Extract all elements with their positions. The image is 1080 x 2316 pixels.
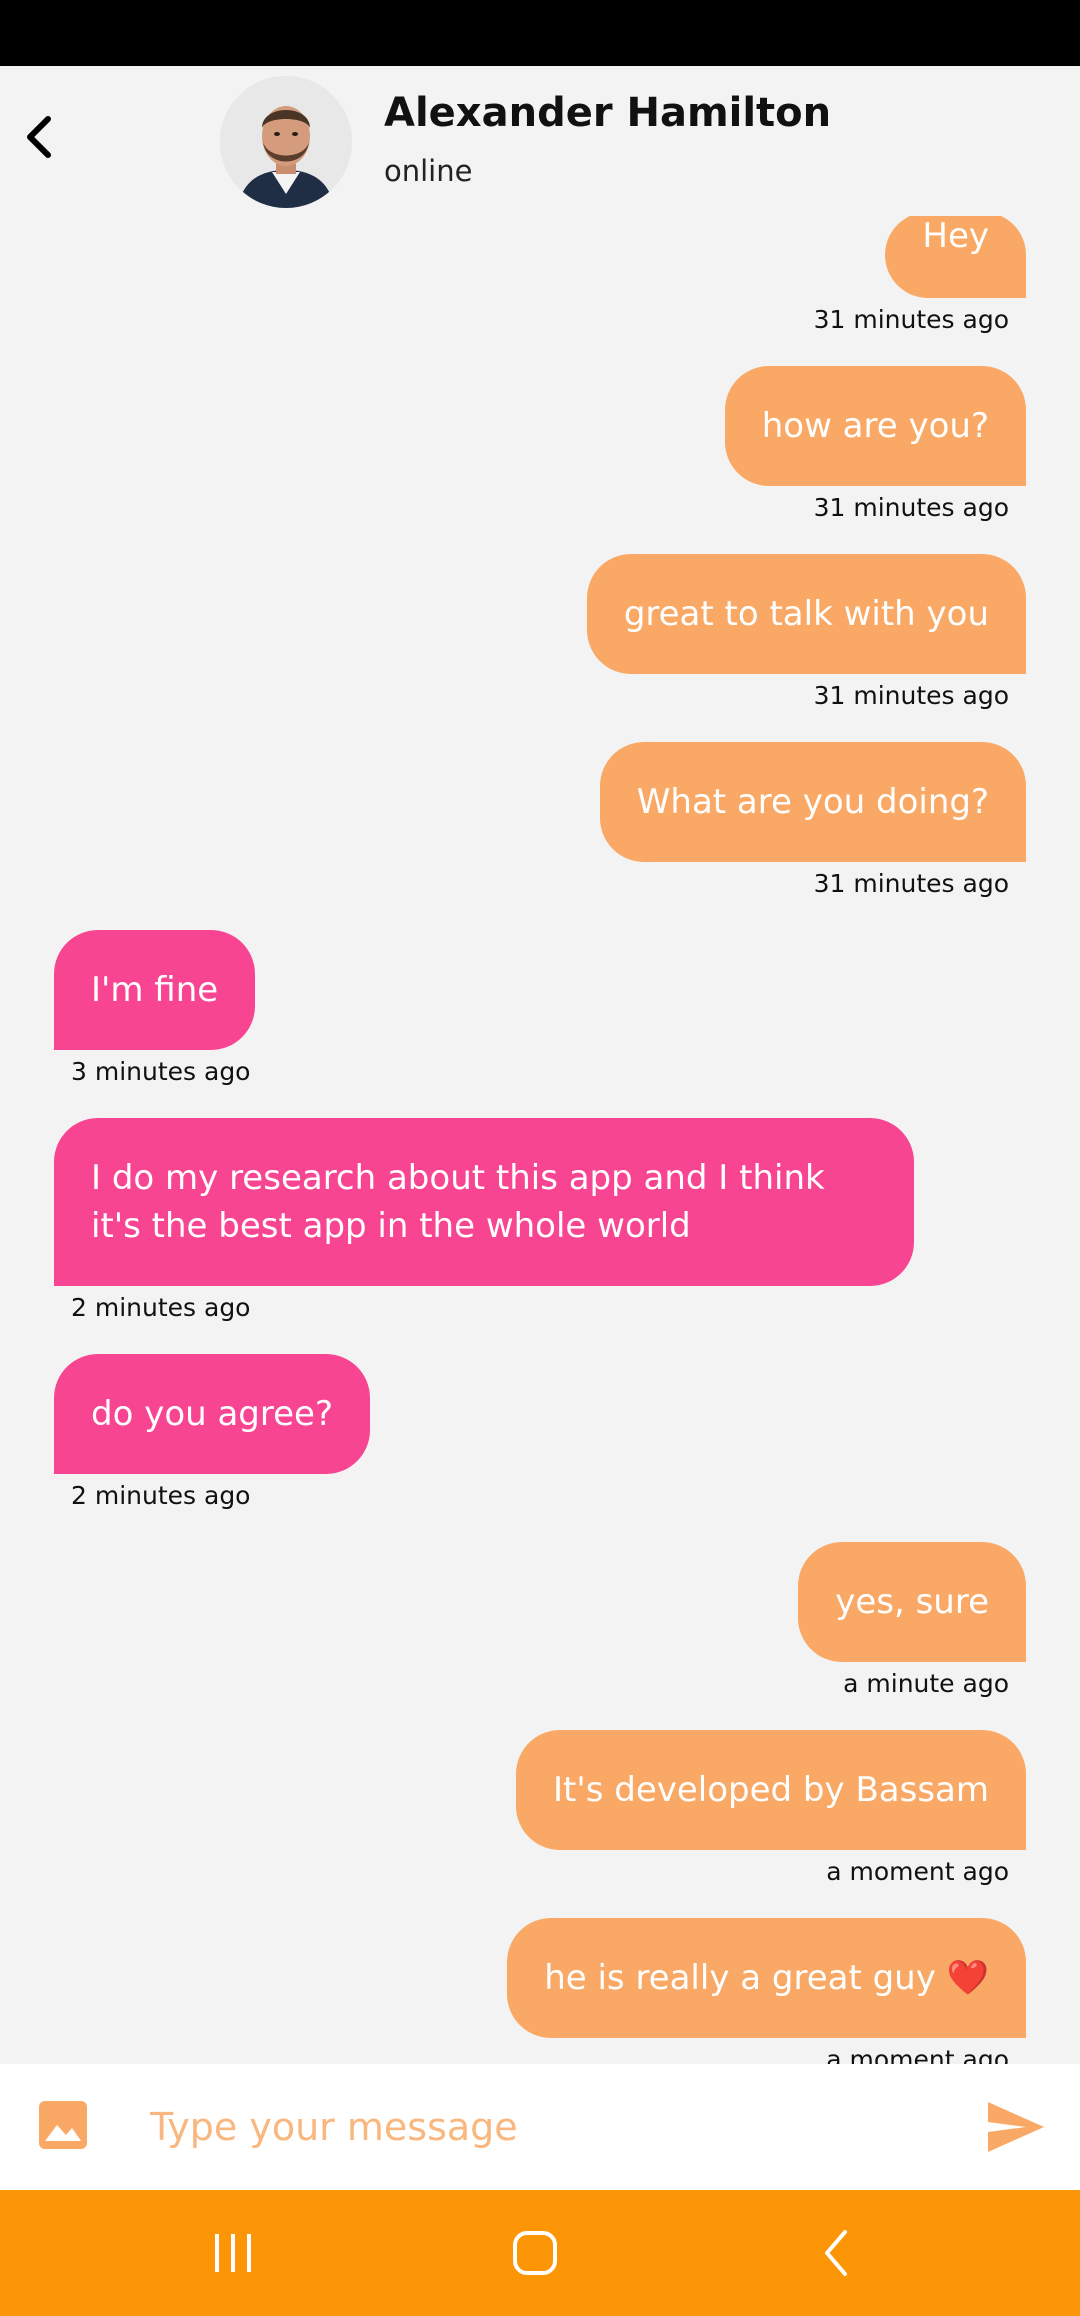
message-row: Hey 31 minutes ago — [0, 216, 1080, 336]
message-row: I'm fine 3 minutes ago — [0, 930, 1080, 1088]
status-bar — [0, 0, 1080, 66]
chat-header: Alexander Hamilton online — [0, 66, 1080, 216]
message-row: how are you? 31 minutes ago — [0, 366, 1080, 524]
avatar[interactable] — [220, 76, 352, 208]
sent-message-bubble[interactable]: yes, sure — [798, 1542, 1026, 1662]
received-message-bubble[interactable]: I'm fine — [54, 930, 256, 1050]
contact-status: online — [384, 154, 473, 188]
image-icon — [39, 2101, 87, 2149]
message-timestamp: a moment ago — [826, 1857, 1009, 1886]
message-timestamp: a minute ago — [843, 1669, 1009, 1698]
message-timestamp: 31 minutes ago — [813, 869, 1009, 898]
message-list[interactable]: Hey 31 minutes ago how are you? 31 minut… — [0, 216, 1080, 2064]
contact-name: Alexander Hamilton — [384, 90, 832, 136]
message-row: do you agree? 2 minutes ago — [0, 1354, 1080, 1512]
sent-message-bubble[interactable]: he is really a great guy ❤️ — [507, 1918, 1026, 2038]
message-row: yes, sure a minute ago — [0, 1542, 1080, 1700]
message-row: great to talk with you 31 minutes ago — [0, 554, 1080, 712]
received-message-bubble[interactable]: I do my research about this app and I th… — [54, 1118, 914, 1286]
message-timestamp: 2 minutes ago — [71, 1293, 251, 1322]
message-timestamp: 31 minutes ago — [813, 305, 1009, 334]
received-message-bubble[interactable]: do you agree? — [54, 1354, 371, 1474]
home-icon — [513, 2231, 557, 2275]
sent-message-bubble[interactable]: great to talk with you — [586, 554, 1026, 674]
message-composer — [0, 2064, 1080, 2190]
recent-apps-button[interactable] — [203, 2228, 263, 2278]
send-button[interactable] — [986, 2100, 1046, 2154]
back-button[interactable] — [14, 112, 64, 162]
system-back-button[interactable] — [807, 2228, 867, 2278]
message-row: I do my research about this app and I th… — [0, 1118, 1080, 1324]
message-timestamp: 31 minutes ago — [813, 493, 1009, 522]
message-timestamp: a moment ago — [826, 2045, 1009, 2064]
message-row: It's developed by Bassam a moment ago — [0, 1730, 1080, 1888]
message-row: What are you doing? 31 minutes ago — [0, 742, 1080, 900]
recent-apps-icon — [215, 2234, 251, 2272]
sent-message-bubble[interactable]: It's developed by Bassam — [516, 1730, 1026, 1850]
message-timestamp: 31 minutes ago — [813, 681, 1009, 710]
message-timestamp: 3 minutes ago — [71, 1057, 251, 1086]
home-button[interactable] — [505, 2228, 565, 2278]
attach-image-button[interactable] — [38, 2100, 88, 2150]
chevron-left-icon — [27, 116, 51, 158]
sent-message-bubble[interactable]: how are you? — [724, 366, 1026, 486]
message-row: he is really a great guy ❤️ a moment ago — [0, 1918, 1080, 2064]
sent-message-bubble[interactable]: Hey — [885, 216, 1026, 298]
back-icon — [825, 2230, 847, 2276]
message-input[interactable] — [150, 2092, 950, 2162]
message-timestamp: 2 minutes ago — [71, 1481, 251, 1510]
sent-message-bubble[interactable]: What are you doing? — [599, 742, 1026, 862]
system-nav-bar — [0, 2190, 1080, 2316]
contact-photo — [220, 76, 352, 208]
send-icon — [988, 2102, 1044, 2152]
